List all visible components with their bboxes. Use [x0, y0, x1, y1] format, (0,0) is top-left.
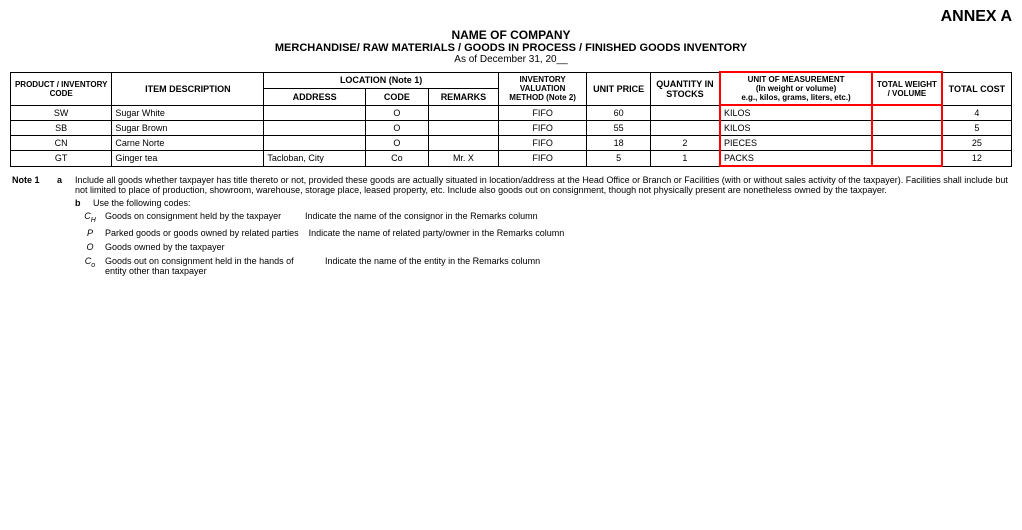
header-section: NAME OF COMPANY MERCHANDISE/ RAW MATERIA… — [10, 28, 1012, 65]
code-symbol: CH — [75, 211, 105, 224]
code-explain: Indicate the name of the entity in the R… — [325, 256, 1010, 276]
table-cell: Carne Norte — [112, 136, 264, 151]
note1b-intro: Use the following codes: — [93, 198, 1010, 208]
table-cell: 60 — [587, 105, 650, 121]
note1a-label: a — [57, 175, 75, 185]
table-cell: 2 — [650, 136, 720, 151]
remarks-header: REMARKS — [429, 89, 499, 106]
table-cell: 5 — [942, 121, 1012, 136]
quantity-in-stocks-header: QUANTITY IN STOCKS — [650, 72, 720, 105]
table-cell: FIFO — [498, 105, 587, 121]
location-header: LOCATION (Note 1) — [264, 72, 498, 89]
company-name: NAME OF COMPANY — [10, 28, 1012, 42]
table-cell: KILOS — [720, 105, 872, 121]
table-cell — [872, 151, 942, 167]
annex-label: ANNEX A — [10, 8, 1012, 26]
table-cell: 55 — [587, 121, 650, 136]
table-cell: SW — [11, 105, 112, 121]
table-cell — [429, 121, 499, 136]
code-symbol: Co — [75, 256, 105, 276]
note1b-label: b — [75, 198, 93, 208]
inventory-valuation-header: INVENTORY VALUATION METHOD (Note 2) — [498, 72, 587, 105]
table-cell: 12 — [942, 151, 1012, 167]
code-explain: Indicate the name of related party/owner… — [309, 228, 1010, 238]
table-cell: O — [365, 121, 428, 136]
code-symbol: P — [75, 228, 105, 238]
table-cell — [264, 136, 365, 151]
table-cell: FIFO — [498, 121, 587, 136]
table-cell: Ginger tea — [112, 151, 264, 167]
table-cell: GT — [11, 151, 112, 167]
table-cell: PIECES — [720, 136, 872, 151]
table-cell: KILOS — [720, 121, 872, 136]
code-description: Goods on consignment held by the taxpaye… — [105, 211, 305, 224]
code-row: OGoods owned by the taxpayer — [75, 242, 1010, 252]
table-cell: Tacloban, City — [264, 151, 365, 167]
note1b-intro-row: b Use the following codes: — [75, 198, 1010, 208]
table-cell: Sugar Brown — [112, 121, 264, 136]
table-cell: Sugar White — [112, 105, 264, 121]
code-description: Goods owned by the taxpayer — [105, 242, 305, 252]
header-row-1: PRODUCT / INVENTORY CODE ITEM DESCRIPTIO… — [11, 72, 1012, 89]
address-header: ADDRESS — [264, 89, 365, 106]
page: ANNEX A NAME OF COMPANY MERCHANDISE/ RAW… — [0, 0, 1022, 288]
as-of: As of December 31, 20__ — [10, 54, 1012, 65]
annex-title: ANNEX A — [941, 8, 1012, 25]
note1b-section: b Use the following codes: CHGoods on co… — [75, 198, 1010, 276]
note1a-text: Include all goods whether taxpayer has t… — [75, 175, 1010, 195]
code-row: PParked goods or goods owned by related … — [75, 228, 1010, 238]
table-cell: O — [365, 136, 428, 151]
table-cell: Co — [365, 151, 428, 167]
subtitle: MERCHANDISE/ RAW MATERIALS / GOODS IN PR… — [10, 42, 1012, 54]
table-cell — [872, 136, 942, 151]
table-cell: 5 — [587, 151, 650, 167]
table-cell: FIFO — [498, 136, 587, 151]
code-row: CHGoods on consignment held by the taxpa… — [75, 211, 1010, 224]
unit-price-header: UNIT PRICE — [587, 72, 650, 105]
product-code-header: PRODUCT / INVENTORY CODE — [11, 72, 112, 105]
codes-container: CHGoods on consignment held by the taxpa… — [75, 211, 1010, 276]
table-cell: PACKS — [720, 151, 872, 167]
code-row: CoGoods out on consignment held in the h… — [75, 256, 1010, 276]
notes-section: Note 1 a Include all goods whether taxpa… — [10, 175, 1012, 276]
table-cell: 18 — [587, 136, 650, 151]
total-weight-header: TOTAL WEIGHT / VOLUME — [872, 72, 942, 105]
unit-of-measurement-header: UNIT OF MEASUREMENT (In weight or volume… — [720, 72, 872, 105]
code-header: CODE — [365, 89, 428, 106]
table-cell: 25 — [942, 136, 1012, 151]
table-cell: O — [365, 105, 428, 121]
code-description: Goods out on consignment held in the han… — [105, 256, 325, 276]
note1-label: Note 1 — [12, 175, 57, 185]
table-cell: 4 — [942, 105, 1012, 121]
table-cell: SB — [11, 121, 112, 136]
code-description: Parked goods or goods owned by related p… — [105, 228, 309, 238]
table-cell — [650, 121, 720, 136]
table-cell: 1 — [650, 151, 720, 167]
table-row: SBSugar Brown O FIFO55 KILOS 5 — [11, 121, 1012, 136]
table-row: GTGinger teaTacloban, CityCoMr. XFIFO51P… — [11, 151, 1012, 167]
table-cell — [650, 105, 720, 121]
total-cost-header: TOTAL COST — [942, 72, 1012, 105]
code-explain — [305, 242, 1010, 252]
table-cell — [429, 105, 499, 121]
table-cell — [872, 121, 942, 136]
table-cell — [264, 105, 365, 121]
inventory-table: PRODUCT / INVENTORY CODE ITEM DESCRIPTIO… — [10, 71, 1012, 167]
table-cell: Mr. X — [429, 151, 499, 167]
table-cell — [429, 136, 499, 151]
table-row: CNCarne Norte O FIFO182PIECES 25 — [11, 136, 1012, 151]
note1a-row: Note 1 a Include all goods whether taxpa… — [12, 175, 1010, 195]
table-cell: CN — [11, 136, 112, 151]
table-row: SWSugar White O FIFO60 KILOS 4 — [11, 105, 1012, 121]
table-cell — [264, 121, 365, 136]
code-symbol: O — [75, 242, 105, 252]
table-cell — [872, 105, 942, 121]
table-cell: FIFO — [498, 151, 587, 167]
code-explain: Indicate the name of the consignor in th… — [305, 211, 1010, 224]
item-desc-header: ITEM DESCRIPTION — [112, 72, 264, 105]
